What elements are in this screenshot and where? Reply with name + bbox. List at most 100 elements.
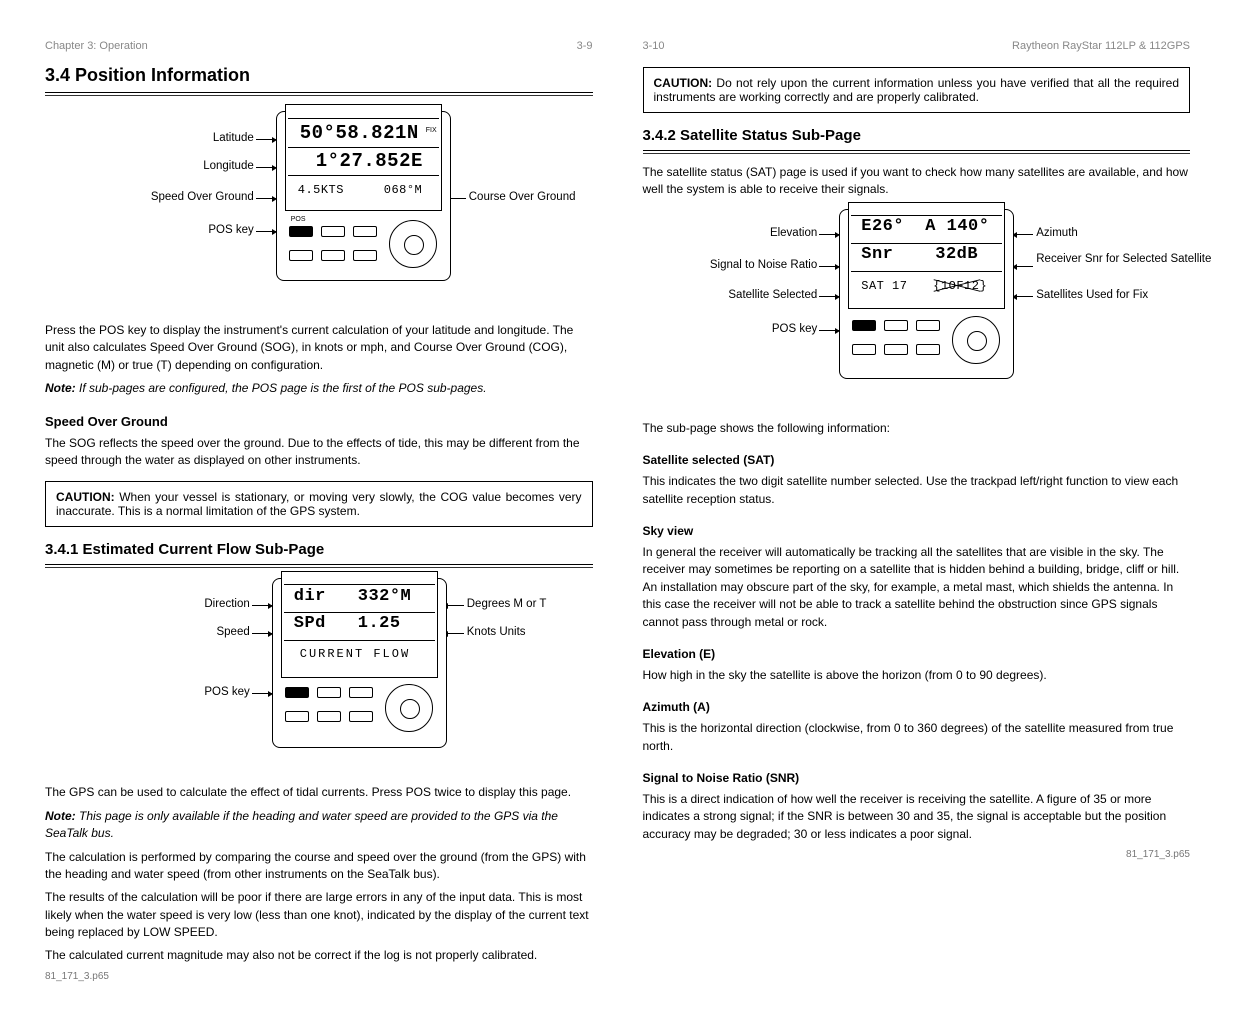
caution-box: CAUTION: Do not rely upon the current in… (643, 67, 1191, 113)
key (884, 344, 908, 355)
figure-currentflow: Direction Speed POS key Degrees M or T K… (45, 578, 593, 778)
chapter-label: Chapter 3: Operation (45, 40, 148, 52)
caution-text: When your vessel is stationary, or movin… (56, 490, 582, 518)
lcd-dir-val: 332°M (358, 587, 412, 606)
lcd-dir-lbl: dir (294, 587, 326, 606)
lcd-cog: 068°M (384, 183, 423, 197)
body-text: The calculated current magnitude may als… (45, 947, 593, 964)
lcd-lon: 1°27.852E (316, 150, 423, 172)
leader-line (819, 330, 839, 331)
key (285, 711, 309, 722)
key-pos (285, 687, 309, 698)
label-knots: Knots Units (467, 626, 526, 638)
device-screen: dir 332°M SPd 1.25 CURRENT FLOW (281, 571, 438, 678)
subhead-sat: Satellite selected (SAT) (643, 453, 1191, 467)
label-latitude: Latitude (194, 132, 254, 144)
label-poskey: POS key (196, 686, 250, 698)
body-text: This indicates the two digit satellite n… (643, 473, 1191, 508)
body-text: The calculation is performed by comparin… (45, 849, 593, 884)
section-heading: 3.4.1 Estimated Current Flow Sub-Page (45, 541, 593, 558)
leader-line (252, 693, 272, 694)
trackpad-wheel (952, 316, 1000, 364)
leader-line (819, 296, 839, 297)
note-text: Note: If sub-pages are configured, the P… (45, 380, 593, 397)
key (321, 226, 345, 237)
label-direction: Direction (184, 598, 250, 610)
caution-label: CAUTION: (56, 490, 119, 504)
body-text: The results of the calculation will be p… (45, 889, 593, 941)
body-text: The SOG reflects the speed over the grou… (45, 435, 593, 470)
product-label: Raytheon RayStar 112LP & 112GPS (1012, 40, 1190, 52)
label-longitude: Longitude (190, 160, 254, 172)
key (916, 344, 940, 355)
body-text: The GPS can be used to calculate the eff… (45, 784, 593, 801)
caution-box: CAUTION: When your vessel is stationary,… (45, 481, 593, 527)
label-poskey: POS key (200, 224, 254, 236)
label-azimuth: Azimuth (1036, 227, 1078, 239)
key (289, 250, 313, 261)
body-text: In general the receiver will automatical… (643, 544, 1191, 631)
leader-line (444, 633, 464, 634)
body-text: This is a direct indication of how well … (643, 791, 1191, 843)
leader-line (256, 167, 276, 168)
figure-satstatus: Elevation Signal to Noise Ratio Satellit… (643, 209, 1191, 414)
leader-line (252, 605, 272, 606)
lcd-snr-val: 32dB (935, 245, 978, 264)
subhead-skyview: Sky view (643, 524, 1191, 538)
page-number: 3-9 (577, 40, 593, 52)
label-snrval: Receiver Snr for Selected Satellite (1036, 253, 1156, 266)
footer-filename: 81_171_3.p65 (45, 971, 593, 982)
leader-line (819, 234, 839, 235)
subhead-elevation: Elevation (E) (643, 647, 1191, 661)
label-snr: Signal to Noise Ratio (703, 259, 817, 271)
lcd-snr-lbl: Snr (861, 245, 893, 264)
lcd-sog: 4.5KTS (298, 183, 344, 197)
leader-line (256, 231, 276, 232)
key (884, 320, 908, 331)
label-deg: Degrees M or T (467, 598, 547, 610)
caution-label: CAUTION: (654, 76, 717, 90)
left-page: Chapter 3: Operation 3-9 3.4 Position In… (45, 40, 593, 982)
left-page-header: Chapter 3: Operation 3-9 (45, 40, 593, 55)
lcd-fix: FIX (426, 127, 437, 134)
label-poskey: POS key (763, 323, 817, 335)
subheading-sog: Speed Over Ground (45, 414, 593, 429)
key (349, 687, 373, 698)
divider (45, 92, 593, 96)
lcd-spd-lbl: SPd (294, 614, 326, 633)
page-number: 3-10 (643, 40, 665, 52)
right-page-header: 3-10 Raytheon RayStar 112LP & 112GPS (643, 40, 1191, 55)
device-screen: E26° A 140° Snr 32dB SAT 17 {1OF12} (848, 202, 1005, 309)
label-cog: Course Over Ground (469, 191, 576, 203)
device-outline: dir 332°M SPd 1.25 CURRENT FLOW (272, 578, 447, 748)
body-text: The satellite status (SAT) page is used … (643, 164, 1191, 199)
strikeout-icon (933, 277, 981, 295)
section-heading: 3.4 Position Information (45, 65, 593, 86)
trackpad-wheel (389, 220, 437, 268)
caution-text: Do not rely upon the current information… (654, 76, 1180, 104)
leader-line (444, 605, 464, 606)
leader-line (256, 139, 276, 140)
label-elevation: Elevation (757, 227, 817, 239)
lcd-elev: E26° (861, 217, 904, 236)
key (916, 320, 940, 331)
subhead-snr: Signal to Noise Ratio (SNR) (643, 771, 1191, 785)
device-screen: 50°58.821N FIX 1°27.852E 4.5KTS 068°M (285, 104, 442, 211)
key (852, 344, 876, 355)
lcd-azim: A 140° (925, 217, 989, 236)
label-speed: Speed (204, 626, 250, 638)
right-page: 3-10 Raytheon RayStar 112LP & 112GPS CAU… (643, 40, 1191, 982)
lcd-lat: 50°58.821N (300, 122, 419, 144)
leader-line (1013, 266, 1033, 267)
key (317, 711, 341, 722)
body-text: Press the POS key to display the instrum… (45, 322, 593, 374)
key-label-pos: POS (291, 216, 306, 223)
body-text: How high in the sky the satellite is abo… (643, 667, 1191, 684)
key (353, 250, 377, 261)
key-pos (852, 320, 876, 331)
section-heading: 3.4.2 Satellite Status Sub-Page (643, 127, 1191, 144)
divider (45, 564, 593, 568)
leader-line (256, 198, 276, 199)
device-outline: 50°58.821N FIX 1°27.852E 4.5KTS 068°M PO… (276, 111, 451, 281)
leader-line (1013, 296, 1033, 297)
